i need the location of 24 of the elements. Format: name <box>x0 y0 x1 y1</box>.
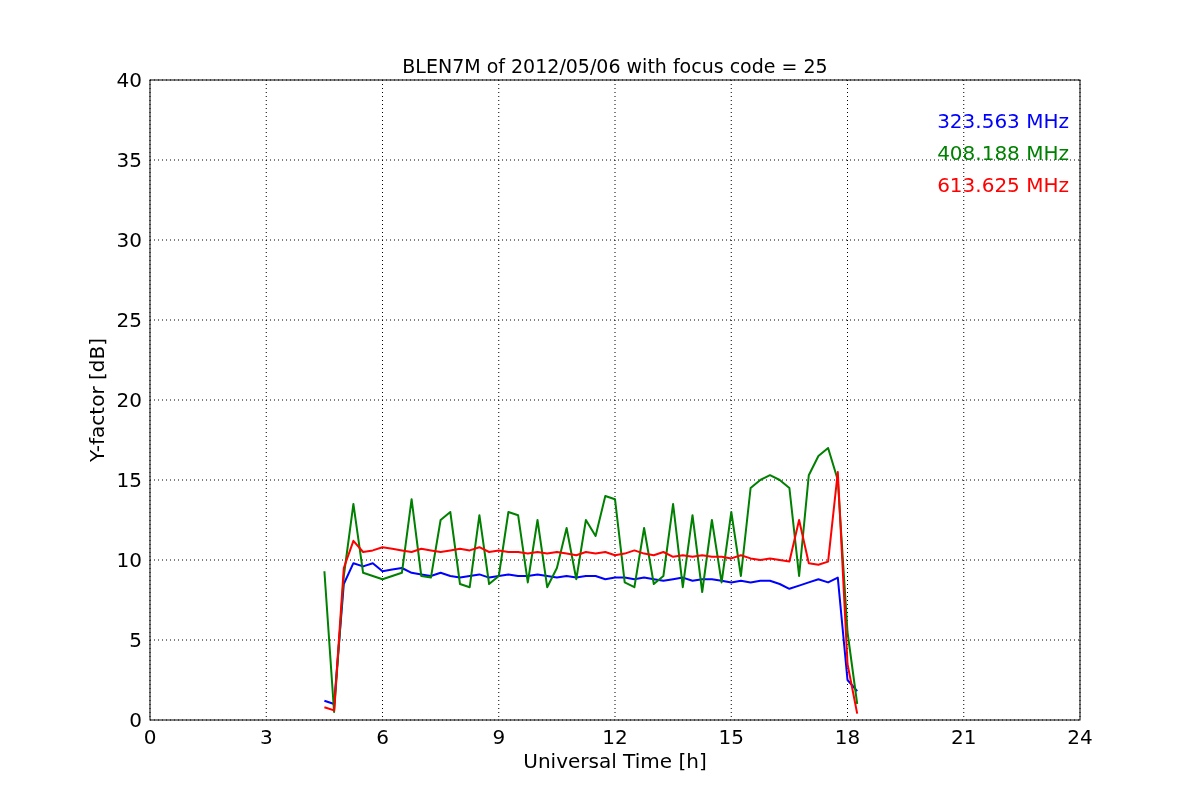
x-tick-label: 0 <box>143 725 157 749</box>
legend-label: 613.625 MHz <box>937 173 1069 197</box>
x-tick-label: 15 <box>718 725 744 749</box>
y-axis-label: Y-factor [dB] <box>85 338 109 462</box>
y-tick-label: 25 <box>116 308 142 332</box>
y-tick-label: 0 <box>129 708 142 732</box>
y-tick-label: 15 <box>116 468 142 492</box>
y-tick-label: 35 <box>116 148 142 172</box>
y-tick-label: 40 <box>116 68 142 92</box>
x-axis-label: Universal Time [h] <box>523 749 707 773</box>
x-tick-label: 21 <box>951 725 977 749</box>
x-tick-label: 24 <box>1067 725 1093 749</box>
y-tick-label: 20 <box>116 388 142 412</box>
x-tick-label: 18 <box>834 725 861 749</box>
x-tick-label: 3 <box>259 725 273 749</box>
legend-label: 408.188 MHz <box>937 141 1069 165</box>
y-tick-label: 10 <box>116 548 142 572</box>
x-tick-label: 9 <box>492 725 506 749</box>
x-tick-label: 12 <box>602 725 628 749</box>
legend-label: 323.563 MHz <box>937 109 1069 133</box>
x-tick-label: 6 <box>376 725 389 749</box>
chart-title: BLEN7M of 2012/05/06 with focus code = 25 <box>402 55 828 77</box>
y-tick-label: 5 <box>129 628 142 652</box>
y-tick-label: 30 <box>116 228 142 252</box>
